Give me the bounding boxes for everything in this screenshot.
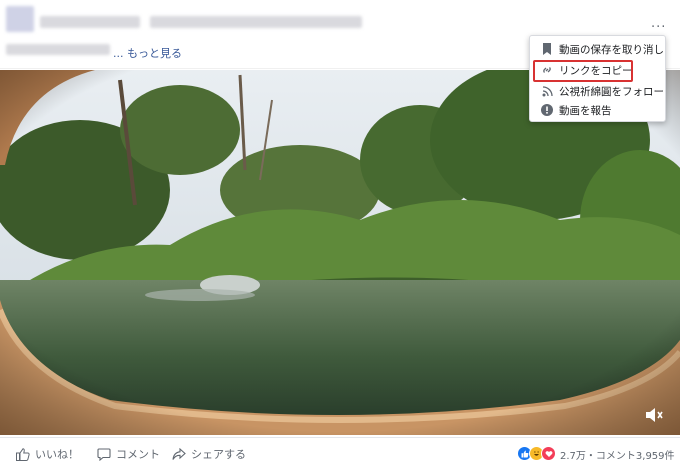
comment-button[interactable]: コメント <box>97 446 160 462</box>
rss-icon <box>539 85 555 97</box>
post-text-line2-blurred <box>6 44 110 55</box>
menu-item-label: 動画を報告 <box>559 104 612 117</box>
video-player[interactable] <box>0 70 680 435</box>
comment-count[interactable]: ・コメント3,959件 <box>586 451 675 462</box>
comment-icon <box>97 447 111 461</box>
post-text-blurred <box>150 16 362 28</box>
love-reaction-icon <box>541 446 556 461</box>
engagement-counts[interactable]: 2.7万・コメント3,959件 <box>560 447 675 462</box>
footer-divider <box>0 437 680 438</box>
share-label: シェアする <box>191 448 246 461</box>
share-button[interactable]: シェアする <box>172 446 246 462</box>
comment-label: コメント <box>116 448 160 461</box>
video-post: ... もっと見る ··· 動画の保存を取り消し リンクをコピー 公視祈綿圓をフ… <box>0 0 680 470</box>
thumbs-up-icon <box>16 447 30 461</box>
alert-icon <box>539 104 555 116</box>
reaction-icons[interactable] <box>517 446 556 461</box>
menu-item-unsave[interactable]: 動画の保存を取り消し <box>530 40 665 58</box>
menu-item-label: 公視祈綿圓をフォロー <box>559 85 664 98</box>
menu-item-report[interactable]: 動画を報告 <box>530 101 665 119</box>
menu-item-follow[interactable]: 公視祈綿圓をフォロー <box>530 82 665 100</box>
like-label: いいね！ <box>35 448 79 461</box>
more-options-button[interactable]: ··· <box>651 20 666 35</box>
menu-item-label: 動画の保存を取り消し <box>559 43 664 56</box>
like-button[interactable]: いいね！ <box>16 446 79 462</box>
author-avatar-blurred[interactable] <box>6 6 34 32</box>
author-name-blurred[interactable] <box>40 16 140 28</box>
share-icon <box>172 447 186 460</box>
mute-icon[interactable] <box>644 406 664 424</box>
video-frame <box>0 70 680 435</box>
see-more-link[interactable]: ... もっと見る <box>113 45 182 61</box>
bookmark-icon <box>539 43 555 55</box>
reaction-count[interactable]: 2.7万 <box>560 451 586 462</box>
copy-link-highlight <box>533 60 633 82</box>
